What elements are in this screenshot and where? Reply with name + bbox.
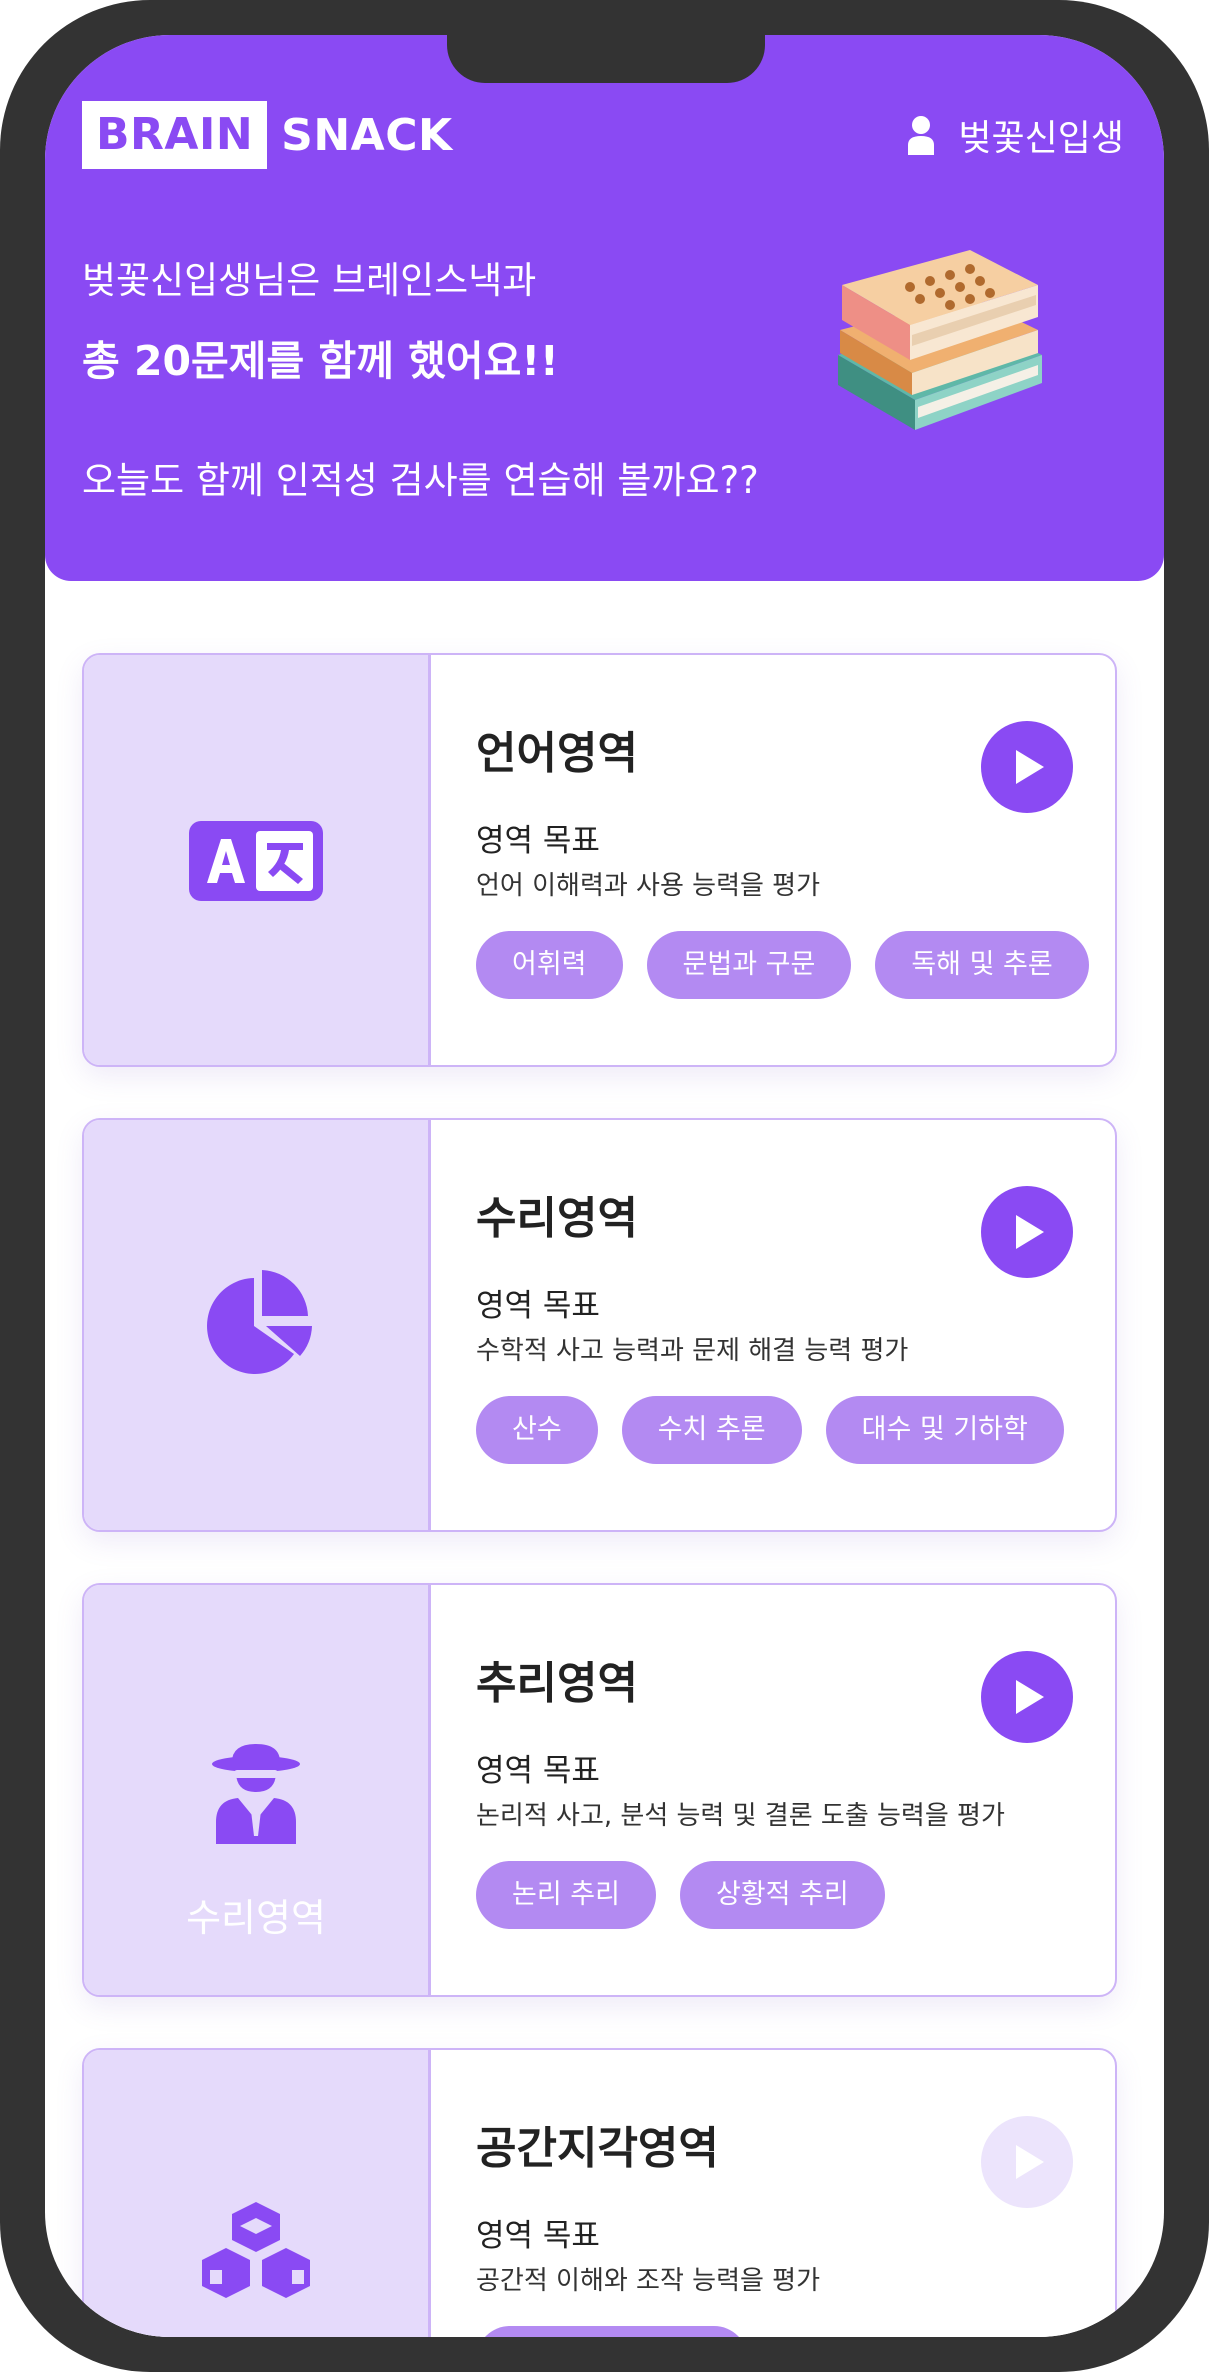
logo-snack: SNACK — [281, 109, 453, 161]
tag-chip[interactable]: 논리 추리 — [476, 1861, 656, 1929]
play-icon — [1016, 1680, 1044, 1714]
device-notch — [447, 35, 765, 83]
tag-chip[interactable]: 독해 및 추론 — [875, 931, 1089, 999]
pie-chart-icon — [207, 1270, 312, 1374]
card-icon-panel — [84, 655, 431, 1065]
card-title: 공간지각영역 — [476, 2123, 719, 2174]
logo-brain: BRAIN — [82, 101, 268, 169]
tag-chip[interactable]: 어휘력 — [476, 931, 623, 999]
tag-chip[interactable]: 대수 및 기하학 — [825, 1396, 1064, 1464]
play-icon — [1016, 1215, 1044, 1249]
tag-list: 어휘력 문법과 구문 독해 및 추론 — [476, 931, 1113, 999]
play-button[interactable] — [981, 1186, 1073, 1278]
tag-list: 논리 추리 상황적 추리 — [476, 1861, 909, 1929]
username-label: 벚꽃신입생 — [958, 118, 1124, 159]
goal-label: 영역 목표 — [476, 1288, 600, 1324]
card-icon-panel — [84, 2050, 431, 2337]
section-card-reasoning[interactable]: 수리영역 추리영역 영역 목표 논리적 사고, 분석 능력 및 결론 도출 능력… — [82, 1583, 1117, 1997]
play-icon — [1016, 2145, 1044, 2179]
tag-chip[interactable]: 산수 — [476, 1396, 598, 1464]
goal-label: 영역 목표 — [476, 1753, 600, 1789]
tag-chip[interactable]: 문법과 구문 — [646, 931, 852, 999]
play-button[interactable] — [981, 721, 1073, 813]
card-icon-panel: 수리영역 — [84, 1585, 431, 1995]
greeting-line-2: 총 20문제를 함께 했어요!! — [82, 337, 559, 385]
play-button-disabled[interactable] — [981, 2116, 1073, 2208]
card-icon-panel — [84, 1120, 431, 1530]
detective-icon — [212, 1744, 300, 1844]
user-profile-button[interactable]: 벚꽃신입생 — [906, 109, 1124, 161]
goal-description: 수학적 사고 능력과 문제 해결 능력 평가 — [476, 1336, 909, 1366]
tag-chip[interactable] — [476, 2326, 748, 2337]
brand-logo[interactable]: BRAIN SNACK — [82, 101, 453, 169]
tag-list: 산수 수치 추론 대수 및 기하학 — [476, 1396, 1088, 1464]
greeting-line-1: 벚꽃신입생님은 브레인스낵과 — [82, 259, 537, 302]
translate-icon — [189, 821, 323, 901]
play-icon — [1016, 750, 1044, 784]
device-frame: BRAIN SNACK 벚꽃신입생 벚꽃신입생님은 브레인스낵과 총 20문제를… — [0, 0, 1209, 2372]
card-title: 수리영역 — [476, 1193, 638, 1244]
goal-description: 언어 이해력과 사용 능력을 평가 — [476, 871, 821, 901]
tag-chip[interactable]: 상황적 추리 — [679, 1861, 885, 1929]
section-card-spatial[interactable]: 공간지각영역 영역 목표 공간적 이해와 조작 능력을 평가 — [82, 2048, 1117, 2337]
icon-caption: 수리영역 — [186, 1896, 326, 1940]
play-button[interactable] — [981, 1651, 1073, 1743]
goal-description: 논리적 사고, 분석 능력 및 결론 도출 능력을 평가 — [476, 1801, 1005, 1831]
cubes-icon — [202, 2202, 310, 2298]
goal-description: 공간적 이해와 조작 능력을 평가 — [476, 2266, 821, 2296]
section-card-language[interactable]: 언어영역 영역 목표 언어 이해력과 사용 능력을 평가 어휘력 문법과 구문 … — [82, 653, 1117, 1067]
card-title: 추리영역 — [476, 1658, 638, 1709]
app-screen: BRAIN SNACK 벚꽃신입생 벚꽃신입생님은 브레인스낵과 총 20문제를… — [45, 35, 1164, 2337]
header-banner: BRAIN SNACK 벚꽃신입생 벚꽃신입생님은 브레인스낵과 총 20문제를… — [45, 35, 1164, 581]
goal-label: 영역 목표 — [476, 2218, 600, 2254]
tag-chip[interactable]: 수치 추론 — [621, 1396, 802, 1464]
card-title: 언어영역 — [476, 728, 638, 779]
tag-list — [476, 2326, 772, 2337]
greeting-line-3: 오늘도 함께 인적성 검사를 연습해 볼까요?? — [82, 459, 759, 502]
section-card-math[interactable]: 수리영역 영역 목표 수학적 사고 능력과 문제 해결 능력 평가 산수 수치 … — [82, 1118, 1117, 1532]
goal-label: 영역 목표 — [476, 823, 600, 859]
books-illustration — [838, 250, 1042, 430]
user-icon — [908, 116, 935, 155]
